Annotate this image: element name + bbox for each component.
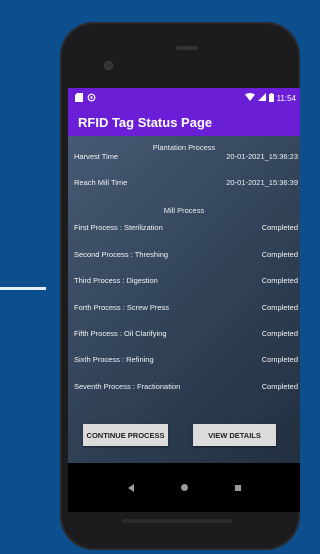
mill-row-fractionation: Seventh Process : Fractionation Complete… [74, 382, 298, 391]
plantation-row-harvest: Harvest Time 20-01-2021_15:36:23 [74, 152, 298, 161]
plantation-row-reach-mill: Reach Mill Time 20-01-2021_15:36:39 [74, 178, 298, 187]
recents-icon[interactable] [234, 484, 241, 491]
continue-process-button[interactable]: CONTINUE PROCESS [83, 424, 168, 446]
row-status: Completed [261, 223, 298, 232]
android-nav-bar [68, 463, 300, 512]
decorative-line [0, 287, 46, 290]
status-content: Plantation Process Harvest Time 20-01-20… [68, 136, 300, 462]
view-details-button[interactable]: VIEW DETAILS [193, 424, 276, 446]
mill-row-digestion: Third Process : Digestion Completed [74, 276, 298, 285]
sd-card-icon [75, 92, 83, 104]
row-label: Reach Mill Time [74, 178, 128, 187]
home-icon[interactable] [180, 484, 188, 491]
row-label: Third Process : Digestion [74, 276, 158, 285]
chin-bar [122, 519, 232, 523]
row-status: Completed [261, 276, 298, 285]
status-time: 11:54 [276, 93, 296, 103]
mill-row-threshing: Second Process : Threshing Completed [74, 250, 298, 259]
speaker-grille [176, 46, 198, 50]
plantation-section-title: Plantation Process [152, 143, 216, 152]
page-title: RFID Tag Status Page [78, 114, 213, 130]
signal-icon [257, 93, 266, 103]
mill-section-title: Mill Process [163, 206, 205, 215]
row-value: 20-01-2021_15:36:23 [226, 152, 298, 161]
row-label: Seventh Process : Fractionation [74, 382, 181, 391]
row-label: Fifth Process : Oil Clarifying [74, 329, 167, 338]
front-camera [104, 61, 113, 70]
status-bar: 11:54 [68, 88, 300, 108]
phone-frame: 11:54 RFID Tag Status Page Plantation Pr… [60, 22, 300, 550]
battery-icon [268, 92, 274, 104]
phone-screen: 11:54 RFID Tag Status Page Plantation Pr… [68, 88, 300, 512]
row-label: Harvest Time [74, 152, 119, 161]
back-icon[interactable] [127, 483, 134, 492]
mill-row-sterilization: First Process : Sterilization Completed [74, 223, 298, 232]
row-status: Completed [261, 382, 298, 391]
row-status: Completed [261, 250, 298, 259]
app-bar: RFID Tag Status Page [68, 108, 300, 136]
row-status: Completed [261, 355, 298, 364]
row-label: Second Process : Threshing [74, 250, 169, 259]
mill-row-refining: Sixth Process : Refining Completed [74, 355, 298, 364]
mill-row-oil-clarifying: Fifth Process : Oil Clarifying Completed [74, 329, 298, 338]
sync-icon [87, 93, 96, 104]
mill-row-screw-press: Forth Process : Screw Press Completed [74, 303, 298, 312]
row-label: Sixth Process : Refining [74, 355, 154, 364]
row-status: Completed [261, 329, 298, 338]
row-label: First Process : Sterilization [74, 223, 163, 232]
row-label: Forth Process : Screw Press [74, 303, 170, 312]
wifi-icon [244, 93, 255, 103]
row-status: Completed [261, 303, 298, 312]
row-value: 20-01-2021_15:36:39 [226, 178, 298, 187]
